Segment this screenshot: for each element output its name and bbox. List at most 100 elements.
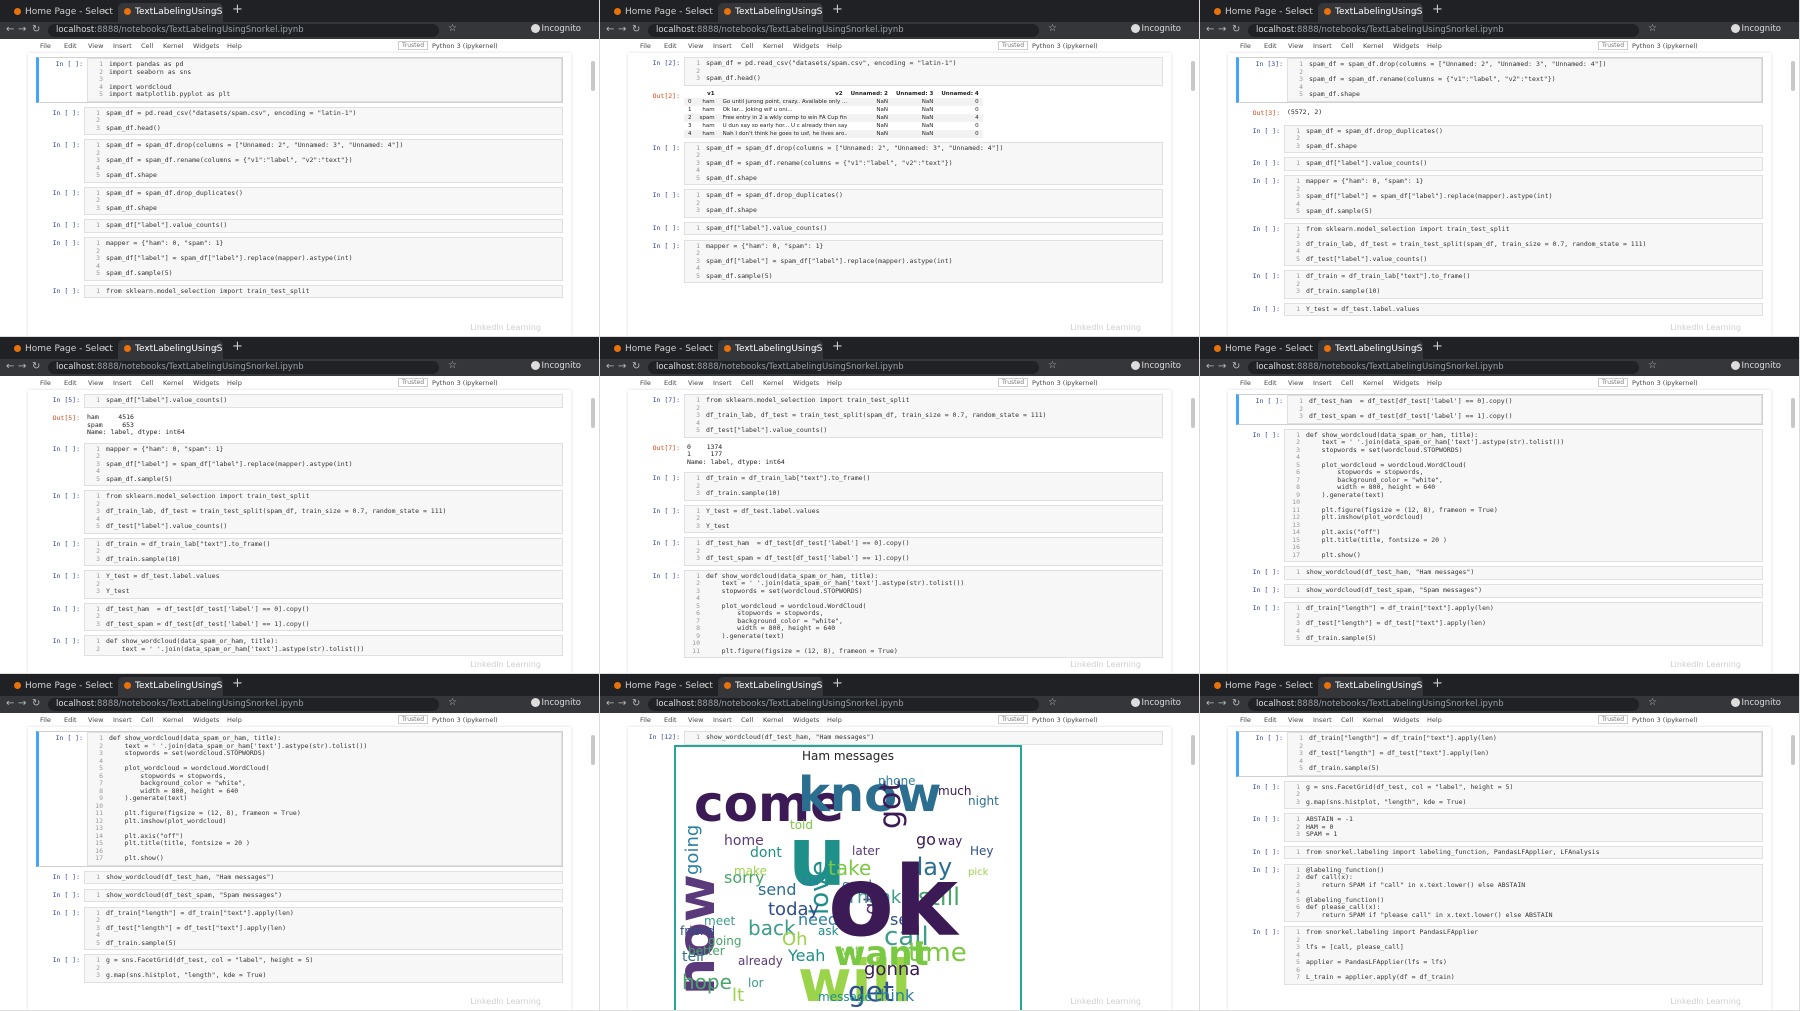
back-icon[interactable]: ← (1206, 361, 1214, 372)
menu-item[interactable]: Kernel (763, 42, 783, 50)
forward-icon[interactable]: → (18, 24, 26, 35)
bookmark-star-icon[interactable]: ☆ (1048, 23, 1057, 34)
forward-icon[interactable]: → (1218, 361, 1226, 372)
browser-tab[interactable]: Home Page - Select or creat× (8, 340, 113, 359)
code-editor[interactable]: 1 def show_wordcloud(data_spam_or_ham, ti… (684, 569, 1163, 658)
close-tab-icon[interactable]: × (1411, 677, 1419, 696)
close-tab-icon[interactable]: × (211, 3, 219, 22)
reload-icon[interactable]: ↻ (632, 361, 640, 372)
close-tab-icon[interactable]: × (811, 677, 819, 696)
close-tab-icon[interactable]: × (1301, 340, 1309, 359)
code-editor[interactable]: 1 show_wordcloud(df_test_ham, "Ham messag… (84, 870, 563, 884)
code-cell[interactable]: In [ ]: 1 def show_wordcloud(data_spam_or_… (36, 731, 563, 867)
new-tab-icon[interactable]: + (832, 2, 843, 17)
bookmark-star-icon[interactable]: ☆ (1048, 360, 1057, 371)
code-cell[interactable]: In [ ]: 1 def show_wordcloud(data_spam_or_… (1236, 428, 1763, 562)
browser-tab[interactable]: Home Page - Select or creat× (1208, 3, 1313, 22)
code-editor[interactable]: 1 from sklearn.model_selection import tra… (1284, 222, 1763, 266)
browser-tab[interactable]: Home Page - Select or creat× (608, 677, 713, 696)
new-tab-icon[interactable]: + (232, 339, 243, 354)
close-tab-icon[interactable]: × (1301, 3, 1309, 22)
code-editor[interactable]: 1 def show_wordcloud(data_spam_or_ham, ti… (84, 635, 563, 656)
close-tab-icon[interactable]: × (701, 340, 709, 359)
code-editor[interactable]: 1 spam_df = spam_df.drop(columns = ["Unna… (84, 139, 563, 183)
code-editor[interactable]: 1 def show_wordcloud(data_spam_or_ham, ti… (87, 732, 562, 866)
code-editor[interactable]: 1 df_test_ham = df_test[df_test['label'] … (84, 602, 563, 631)
code-cell[interactable]: In [ ]: 1 df_train = df_train_lab["text"].… (36, 537, 563, 566)
code-editor[interactable]: 1 df_test_ham = df_test[df_test['label'] … (1287, 395, 1762, 424)
browser-tab[interactable]: Home Page - Select or creat× (8, 677, 113, 696)
back-icon[interactable]: ← (606, 24, 614, 35)
scrollbar[interactable] (1191, 61, 1195, 91)
code-cell[interactable]: In [ ]: 1 g = sns.FacetGrid(df_test, col =… (1236, 780, 1763, 809)
menu-item[interactable]: Widgets (793, 42, 819, 50)
trusted-badge[interactable]: Trusted (998, 378, 1029, 387)
code-editor[interactable]: 1 spam_df = spam_df.drop_duplicates() 2 3 sp… (84, 186, 563, 215)
menu-item[interactable]: Edit (64, 42, 77, 50)
browser-tab[interactable]: TextLabelingUsingSnorkel - Ju× (718, 340, 823, 359)
menu-item[interactable]: Help (827, 379, 842, 387)
browser-tab[interactable]: Home Page - Select or creat× (1208, 340, 1313, 359)
menu-item[interactable]: Kernel (1363, 379, 1383, 387)
code-cell[interactable]: In [ ]: 1 spam_df = spam_df.drop_duplicate… (36, 186, 563, 215)
code-cell[interactable]: In [ ]: 1 df_train["length"] = df_train["t… (1236, 602, 1763, 646)
forward-icon[interactable]: → (18, 698, 26, 709)
menu-item[interactable]: Widgets (193, 716, 219, 724)
reload-icon[interactable]: ↻ (1232, 361, 1240, 372)
kernel-name[interactable]: Python 3 (ipykernel) (1032, 379, 1098, 387)
trusted-badge[interactable]: Trusted (398, 715, 429, 724)
menu-item[interactable]: Insert (113, 42, 132, 50)
kernel-name[interactable]: Python 3 (ipykernel) (1032, 42, 1098, 50)
close-tab-icon[interactable]: × (101, 677, 109, 696)
menu-item[interactable]: Edit (64, 379, 77, 387)
menu-item[interactable]: Edit (64, 716, 77, 724)
forward-icon[interactable]: → (618, 24, 626, 35)
menu-item[interactable]: Cell (741, 42, 753, 50)
bookmark-star-icon[interactable]: ☆ (448, 23, 457, 34)
trusted-badge[interactable]: Trusted (998, 715, 1029, 724)
back-icon[interactable]: ← (606, 361, 614, 372)
menu-item[interactable]: Cell (141, 379, 153, 387)
code-editor[interactable]: 1 spam_df = spam_df.drop_duplicates() 2 3 sp… (1284, 124, 1763, 153)
menu-item[interactable]: Kernel (763, 379, 783, 387)
code-editor[interactable]: 1 from snorkel.labeling import PandasLFAp… (1284, 926, 1763, 985)
code-cell[interactable]: In [ ]: 1 show_wordcloud(df_test_ham, "Ham… (1236, 566, 1763, 580)
code-cell[interactable]: In [ ]: 1 df_train = df_train_lab["text"].… (636, 472, 1163, 501)
menu-item[interactable]: Edit (1264, 716, 1277, 724)
menu-item[interactable]: Edit (664, 716, 677, 724)
code-cell[interactable]: In [ ]: 1 df_train = df_train_lab["text"].… (1236, 270, 1763, 299)
code-editor[interactable]: 1 spam_df = pd.read_csv("datasets/spam.cs… (84, 106, 563, 135)
code-cell[interactable]: In [ ]: 1 from sklearn.model_selection imp… (36, 490, 563, 534)
bookmark-star-icon[interactable]: ☆ (448, 697, 457, 708)
url-field[interactable]: localhost:8888/notebooks/TextLabelingUsi… (48, 361, 439, 374)
menu-item[interactable]: Insert (713, 42, 732, 50)
browser-tab[interactable]: TextLabelingUsingSnorkel - Ju× (118, 340, 223, 359)
code-editor[interactable]: 1g = sns.FacetGrid(df_test, col = "label… (84, 954, 563, 983)
menu-item[interactable]: Help (1427, 379, 1442, 387)
close-tab-icon[interactable]: × (811, 340, 819, 359)
back-icon[interactable]: ← (6, 24, 14, 35)
code-cell[interactable]: In [ ]: 1 Y_test = df_test.label.values 2 3 Y… (36, 570, 563, 599)
menu-item[interactable]: Edit (1264, 379, 1277, 387)
code-editor[interactable]: 1 mapper = {"ham": 0, "spam": 1} 2 3 spam_df… (84, 237, 563, 281)
browser-tab[interactable]: Home Page - Select or creat× (8, 3, 113, 22)
menu-item[interactable]: View (688, 42, 703, 50)
code-editor[interactable]: 1 ABSTAIN = -1 2 HAM = 0 3 SPAM = 1 (1284, 813, 1763, 842)
reload-icon[interactable]: ↻ (632, 698, 640, 709)
menu-item[interactable]: File (640, 42, 651, 50)
menu-item[interactable]: View (1288, 379, 1303, 387)
code-cell[interactable]: In [ ]: 1 df_test_ham = df_test[df_test['l… (36, 602, 563, 631)
menu-item[interactable]: View (88, 42, 103, 50)
code-editor[interactable]: 1 from sklearn.model_selection import tra… (84, 284, 563, 298)
url-field[interactable]: localhost:8888/notebooks/TextLabelingUsi… (1248, 24, 1639, 37)
url-field[interactable]: localhost:8888/notebooks/TextLabelingUsi… (48, 698, 439, 711)
code-editor[interactable]: 1 show_wordcloud(df_test_spam, "Spam mess… (1284, 584, 1763, 598)
menu-item[interactable]: View (688, 716, 703, 724)
new-tab-icon[interactable]: + (232, 2, 243, 17)
scrollbar[interactable] (1791, 61, 1795, 91)
code-cell[interactable]: In [ ]: 1 mapper = {"ham": 0, "spam": 1} 2 3… (36, 442, 563, 486)
code-cell[interactable]: In [ ]: 1 from sklearn.model_selection imp… (36, 284, 563, 299)
browser-tab[interactable]: TextLabelingUsingSnorkel - Ju× (718, 677, 823, 696)
menu-item[interactable]: Insert (713, 716, 732, 724)
code-editor[interactable]: 1 df_test_ham = df_test[df_test['label'] … (684, 537, 1163, 566)
